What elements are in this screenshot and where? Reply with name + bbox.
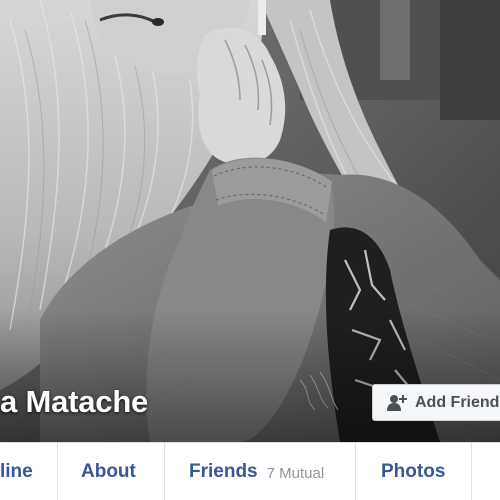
tab-timeline[interactable]: line <box>0 443 33 500</box>
tab-friends-label: Friends <box>189 461 258 482</box>
add-friend-icon <box>387 393 407 413</box>
tab-timeline-label: line <box>0 461 33 482</box>
tab-divider <box>57 443 58 500</box>
add-friend-button[interactable]: Add Friend <box>372 384 500 421</box>
tab-about[interactable]: About <box>81 443 136 500</box>
mutual-friends-count: 7 Mutual <box>266 464 325 482</box>
profile-name[interactable]: a Matache <box>0 384 148 420</box>
tab-about-label: About <box>81 461 136 482</box>
cover-photo[interactable] <box>0 0 500 442</box>
tab-photos-label: Photos <box>381 461 446 482</box>
tab-photos[interactable]: Photos <box>381 443 445 500</box>
tab-divider <box>355 443 356 500</box>
tab-divider <box>471 443 472 500</box>
tab-friends[interactable]: Friends 7 Mutual <box>189 443 324 500</box>
add-friend-label: Add Friend <box>415 393 500 411</box>
tab-divider <box>164 443 165 500</box>
profile-nav-bar: line About Friends 7 Mutual Photos <box>0 442 500 500</box>
profile-page: a Matache Add Friend line About Friends … <box>0 0 500 500</box>
